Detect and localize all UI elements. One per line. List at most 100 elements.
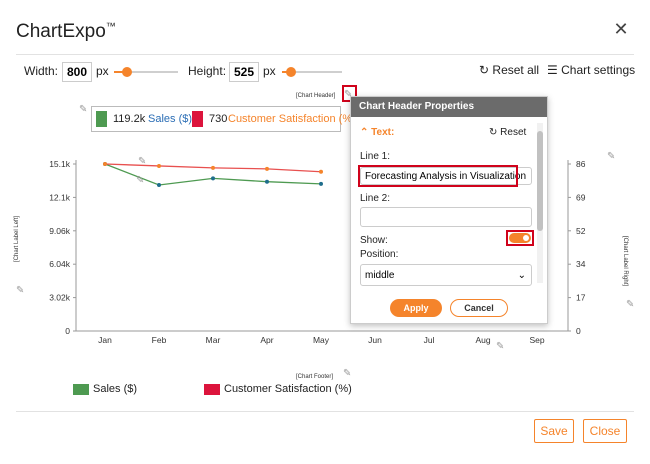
height-slider[interactable] <box>282 67 342 77</box>
x-tick-label: Apr <box>260 335 273 345</box>
height-label: Height: <box>188 64 227 78</box>
reset-all-label: Reset all <box>492 63 540 77</box>
series-point-1 <box>103 162 107 166</box>
panel-scrollbar[interactable] <box>537 123 543 283</box>
y-left-tick-label: 15.1k <box>49 159 71 169</box>
highlight-box-line1 <box>358 165 518 187</box>
series-point-0 <box>157 183 161 188</box>
reset-all-button[interactable]: ↻ Reset all <box>479 63 539 77</box>
chart-header-properties-panel: Chart Header Properties ⌃ Text: ↻ Reset … <box>350 96 548 324</box>
cancel-button[interactable]: Cancel <box>450 299 508 317</box>
series-point-0 <box>319 181 323 186</box>
divider <box>16 54 634 55</box>
legend-value-satisfaction: 730 <box>209 113 228 125</box>
chevron-up-icon: ⌃ <box>360 127 369 138</box>
chevron-down-icon: ⌄ <box>517 270 526 281</box>
highlight-box-toggle <box>506 230 534 246</box>
series-point-0 <box>211 176 215 181</box>
app-title: ChartExpo™ <box>16 21 116 43</box>
x-tick-label: Aug <box>475 335 490 345</box>
position-select[interactable]: middle ⌄ <box>360 264 532 286</box>
line2-label: Line 2: <box>360 193 391 204</box>
footer-divider <box>16 411 634 412</box>
edit-label-left-pencil-icon[interactable]: ✎ <box>16 286 26 296</box>
edit-legend-pencil-icon[interactable]: ✎ <box>79 105 89 115</box>
y-right-tick-label: 34 <box>576 259 586 269</box>
x-tick-label: Mar <box>206 335 221 345</box>
legend-bottom-name-satisfaction: Customer Satisfaction (%) <box>224 383 352 395</box>
chart-footer-placeholder[interactable]: [Chart Footer] <box>296 374 333 380</box>
chart-header-placeholder[interactable]: [Chart Header] <box>296 93 335 99</box>
y-right-tick-label: 52 <box>576 226 586 236</box>
show-label: Show: <box>360 235 388 246</box>
edit-right-axis-pencil-icon[interactable]: ✎ <box>607 152 617 162</box>
x-tick-label: May <box>313 335 330 345</box>
legend-swatch-satisfaction <box>192 111 203 127</box>
close-icon[interactable]: ✕ <box>612 20 630 38</box>
text-section-label: Text: <box>371 127 395 138</box>
edit-xaxis-pencil-icon[interactable]: ✎ <box>496 342 506 352</box>
series-point-1 <box>157 163 161 168</box>
edit-axis-pencil-icon[interactable]: ✎ <box>136 176 146 186</box>
legend-name-satisfaction: Customer Satisfaction (%) <box>228 113 356 125</box>
line2-input[interactable] <box>360 207 532 227</box>
legend-value-sales: 119.2k <box>113 113 146 125</box>
legend-swatch-sales <box>96 111 107 127</box>
panel-reset-button[interactable]: ↻ Reset <box>489 127 526 138</box>
chart-label-right[interactable]: [Chart Label Right] <box>622 236 628 286</box>
width-label: Width: <box>24 64 59 78</box>
series-point-0 <box>265 179 269 184</box>
y-right-tick-label: 0 <box>576 326 581 336</box>
x-tick-label: Feb <box>152 335 167 345</box>
series-point-1 <box>265 166 269 171</box>
y-left-tick-label: 12.1k <box>49 192 71 202</box>
settings-icon: ☰ <box>547 63 558 77</box>
y-left-tick-label: 9.06k <box>49 226 71 236</box>
y-left-tick-label: 3.02k <box>49 293 71 303</box>
panel-reset-label: Reset <box>500 127 527 138</box>
chart-settings-button[interactable]: ☰ Chart settings <box>547 63 635 77</box>
legend-name-sales: Sales ($) <box>148 113 193 125</box>
series-point-1 <box>319 169 323 174</box>
x-tick-label: Jan <box>98 335 112 345</box>
line1-label: Line 1: <box>360 151 391 162</box>
x-tick-label: Sep <box>529 335 544 345</box>
reset-icon: ↻ <box>479 63 490 77</box>
edit-label-right-pencil-icon[interactable]: ✎ <box>626 300 636 310</box>
y-left-tick-label: 0 <box>65 326 70 336</box>
position-value: middle <box>365 270 395 281</box>
x-tick-label: Jun <box>368 335 382 345</box>
edit-footer-pencil-icon[interactable]: ✎ <box>343 369 353 379</box>
chart-settings-label: Chart settings <box>561 63 636 77</box>
apply-button[interactable]: Apply <box>390 299 442 317</box>
close-button[interactable]: Close <box>583 419 627 443</box>
height-slider-handle[interactable] <box>286 67 296 77</box>
edit-series-pencil-icon[interactable]: ✎ <box>138 157 148 167</box>
save-button[interactable]: Save <box>534 419 574 443</box>
position-label: Position: <box>360 249 399 260</box>
y-right-tick-label: 86 <box>576 159 586 169</box>
panel-title: Chart Header Properties <box>351 97 547 117</box>
y-right-tick-label: 69 <box>576 192 586 202</box>
width-input[interactable]: 800 <box>62 62 92 82</box>
height-input[interactable]: 525 <box>229 62 259 82</box>
line-chart: 0 3.02k 6.04k 9.06k 12.1k 15.1k 0 17 34 52 69 86 Jan… <box>49 159 586 345</box>
app-title-text: ChartExpo <box>16 21 106 42</box>
height-unit: px <box>263 64 276 78</box>
legend-top: 119.2k Sales ($) 730 Customer Satisfacti… <box>91 106 356 132</box>
width-slider[interactable] <box>114 67 178 77</box>
width-slider-handle[interactable] <box>122 67 132 77</box>
chart-settings-modal: ChartExpo™ ✕ Width: 800 px Height: 525 p… <box>0 0 650 464</box>
series-point-1 <box>211 165 215 170</box>
y-left-tick-label: 6.04k <box>49 259 71 269</box>
chart-label-left[interactable]: [Chart Label Left] <box>14 216 20 262</box>
y-right-tick-label: 17 <box>576 293 586 303</box>
legend-bottom-swatch-satisfaction <box>204 384 220 395</box>
legend-bottom-name-sales: Sales ($) <box>93 383 138 395</box>
scrollbar-thumb[interactable] <box>537 131 543 231</box>
x-tick-label: Jul <box>424 335 435 345</box>
legend-bottom-swatch-sales <box>73 384 89 395</box>
trademark: ™ <box>105 21 116 33</box>
text-section-toggle[interactable]: ⌃ Text: <box>360 127 394 138</box>
reset-icon: ↻ <box>489 127 498 138</box>
